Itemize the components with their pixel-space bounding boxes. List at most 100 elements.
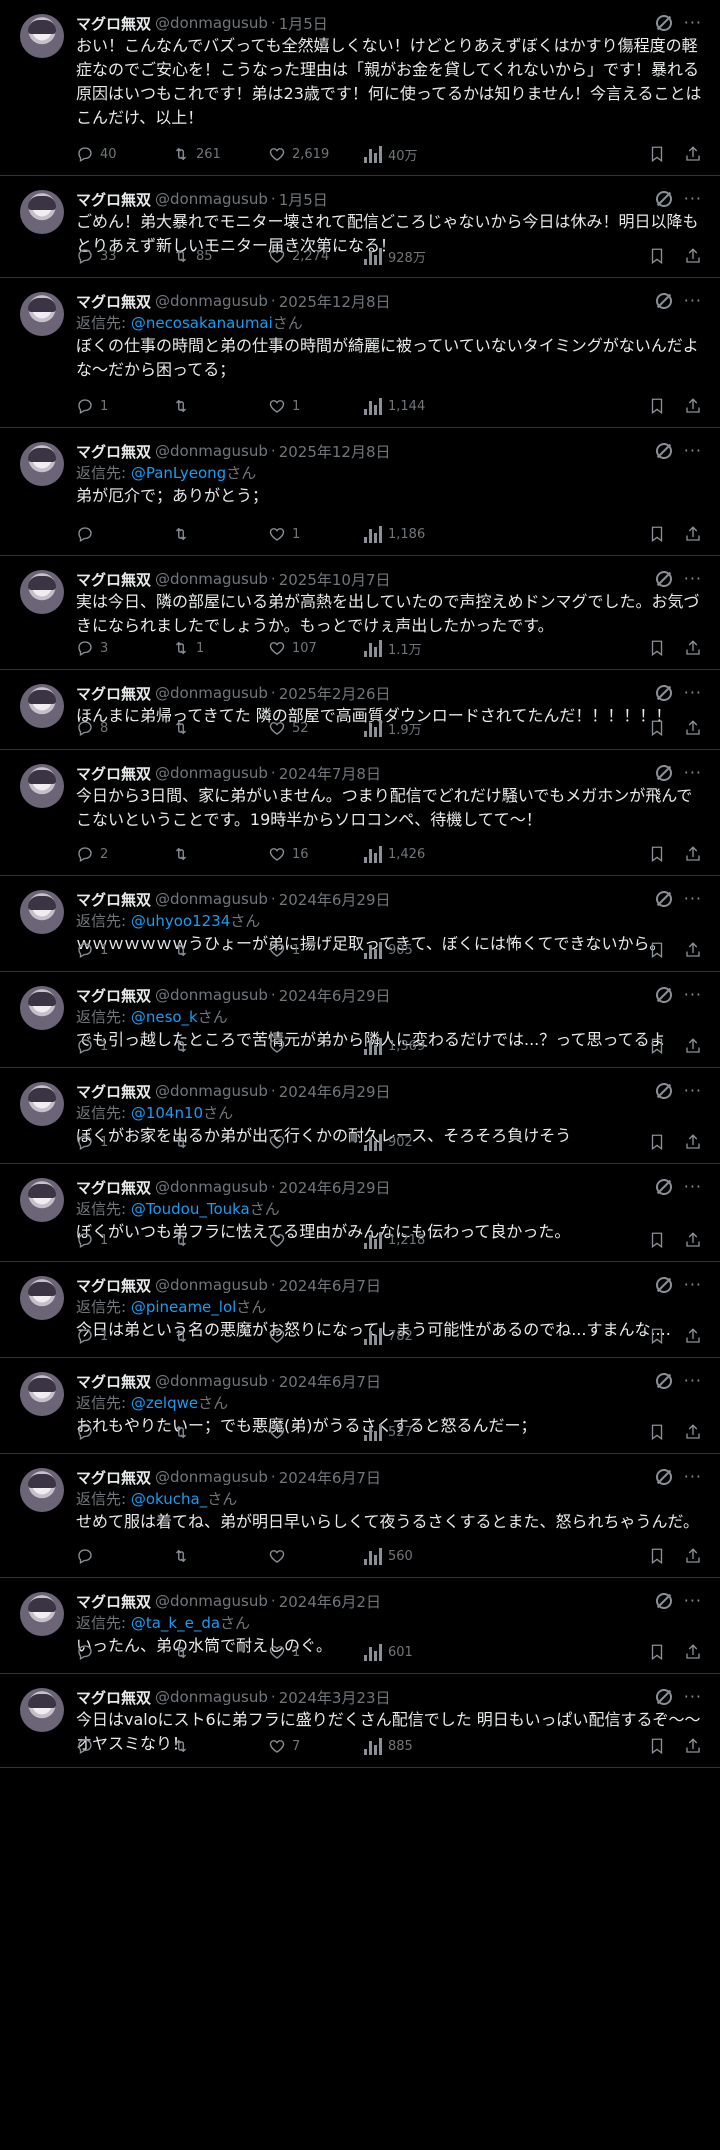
share-icon[interactable] [684,639,702,657]
avatar[interactable] [20,1178,64,1222]
author-name[interactable]: マグロ無双 [76,291,151,312]
retweet-button[interactable] [172,1327,268,1345]
retweet-button[interactable] [172,1133,268,1151]
avatar[interactable] [20,1592,64,1636]
grok-icon[interactable] [655,891,672,907]
like-button[interactable] [268,1423,364,1441]
more-icon[interactable]: ··· [684,15,702,31]
share-icon[interactable] [684,247,702,265]
reply-mention[interactable]: @uhyoo1234 [131,912,230,930]
tweet[interactable]: マグロ無双 @donmagusub · 2024年6月7日 ··· 返信先: @… [0,1358,720,1454]
author-handle[interactable]: @donmagusub [155,890,268,908]
grok-icon[interactable] [655,1277,672,1293]
more-icon[interactable]: ··· [684,685,702,701]
more-icon[interactable]: ··· [684,571,702,587]
share-icon[interactable] [684,1423,702,1441]
reply-mention[interactable]: @okucha_ [131,1490,207,1508]
retweet-button[interactable] [172,525,268,543]
avatar[interactable] [20,764,64,808]
grok-icon[interactable] [655,1179,672,1195]
more-icon[interactable]: ··· [684,1689,702,1705]
share-icon[interactable] [684,525,702,543]
reply-mention[interactable]: @necosakanaumai [131,314,273,332]
bookmark-icon[interactable] [648,1423,666,1441]
reply-button[interactable] [76,1643,172,1661]
author-handle[interactable]: @donmagusub [155,14,268,32]
avatar[interactable] [20,442,64,486]
like-button[interactable]: 1 [268,525,364,543]
reply-mention[interactable]: @pineame_lol [131,1298,236,1316]
author-name[interactable]: マグロ無双 [76,683,151,704]
reply-button[interactable]: 8 [76,719,172,737]
retweet-button[interactable] [172,941,268,959]
like-button[interactable]: 107 [268,639,364,657]
more-icon[interactable]: ··· [684,191,702,207]
share-icon[interactable] [684,719,702,737]
author-name[interactable]: マグロ無双 [76,1081,151,1102]
views-button[interactable]: 1.1万 [364,639,460,658]
retweet-button[interactable] [172,1037,268,1055]
views-button[interactable]: 1,426 [364,845,460,863]
bookmark-icon[interactable] [648,525,666,543]
reply-button[interactable]: 1 [76,941,172,959]
more-icon[interactable]: ··· [684,1373,702,1389]
author-handle[interactable]: @donmagusub [155,292,268,310]
avatar[interactable] [20,14,64,58]
retweet-button[interactable]: 261 [172,145,268,163]
grok-icon[interactable] [655,765,672,781]
like-button[interactable]: 7 [268,1737,364,1755]
bookmark-icon[interactable] [648,1133,666,1151]
avatar[interactable] [20,292,64,336]
bookmark-icon[interactable] [648,397,666,415]
author-name[interactable]: マグロ無双 [76,1591,151,1612]
share-icon[interactable] [684,941,702,959]
author-handle[interactable]: @donmagusub [155,190,268,208]
reply-button[interactable]: 2 [76,845,172,863]
author-name[interactable]: マグロ無双 [76,13,151,34]
share-icon[interactable] [684,1037,702,1055]
bookmark-icon[interactable] [648,1037,666,1055]
views-button[interactable]: 1,144 [364,397,460,415]
tweet[interactable]: マグロ無双 @donmagusub · 1月5日 ··· おい！こんなんでバズっ… [0,0,720,176]
views-button[interactable]: 905 [364,941,460,959]
share-icon[interactable] [684,1547,702,1565]
avatar[interactable] [20,1082,64,1126]
author-name[interactable]: マグロ無双 [76,441,151,462]
more-icon[interactable]: ··· [684,1469,702,1485]
reply-button[interactable] [76,1423,172,1441]
grok-icon[interactable] [655,685,672,701]
grok-icon[interactable] [655,1593,672,1609]
tweet-date[interactable]: 2024年3月23日 [279,1687,391,1708]
bookmark-icon[interactable] [648,1231,666,1249]
views-button[interactable]: 928万 [364,247,460,266]
bookmark-icon[interactable] [648,719,666,737]
views-button[interactable]: 1,218 [364,1231,460,1249]
reply-button[interactable]: 1 [76,1327,172,1345]
like-button[interactable]: 2,619 [268,145,364,163]
tweet-date[interactable]: 1月5日 [279,13,328,34]
reply-mention[interactable]: @PanLyeong [131,464,226,482]
more-icon[interactable]: ··· [684,1277,702,1293]
tweet-date[interactable]: 2024年6月7日 [279,1371,381,1392]
avatar[interactable] [20,1468,64,1512]
reply-button[interactable]: 1 [76,397,172,415]
share-icon[interactable] [684,145,702,163]
reply-mention[interactable]: @zelqwe [131,1394,198,1412]
reply-button[interactable] [76,1737,172,1755]
tweet-date[interactable]: 2025年12月8日 [279,291,391,312]
views-button[interactable]: 1.9万 [364,719,460,738]
author-name[interactable]: マグロ無双 [76,1687,151,1708]
tweet[interactable]: マグロ無双 @donmagusub · 2024年6月29日 ··· 返信先: … [0,1068,720,1164]
bookmark-icon[interactable] [648,1643,666,1661]
reply-button[interactable]: 3 [76,639,172,657]
tweet-date[interactable]: 1月5日 [279,189,328,210]
more-icon[interactable]: ··· [684,1083,702,1099]
reply-button[interactable]: 40 [76,145,172,163]
bookmark-icon[interactable] [648,1327,666,1345]
retweet-button[interactable] [172,1423,268,1441]
tweet-date[interactable]: 2024年6月2日 [279,1591,381,1612]
more-icon[interactable]: ··· [684,1179,702,1195]
tweet[interactable]: マグロ無双 @donmagusub · 2024年6月7日 ··· 返信先: @… [0,1454,720,1578]
reply-mention[interactable]: @ta_k_e_da [131,1614,220,1632]
share-icon[interactable] [684,845,702,863]
